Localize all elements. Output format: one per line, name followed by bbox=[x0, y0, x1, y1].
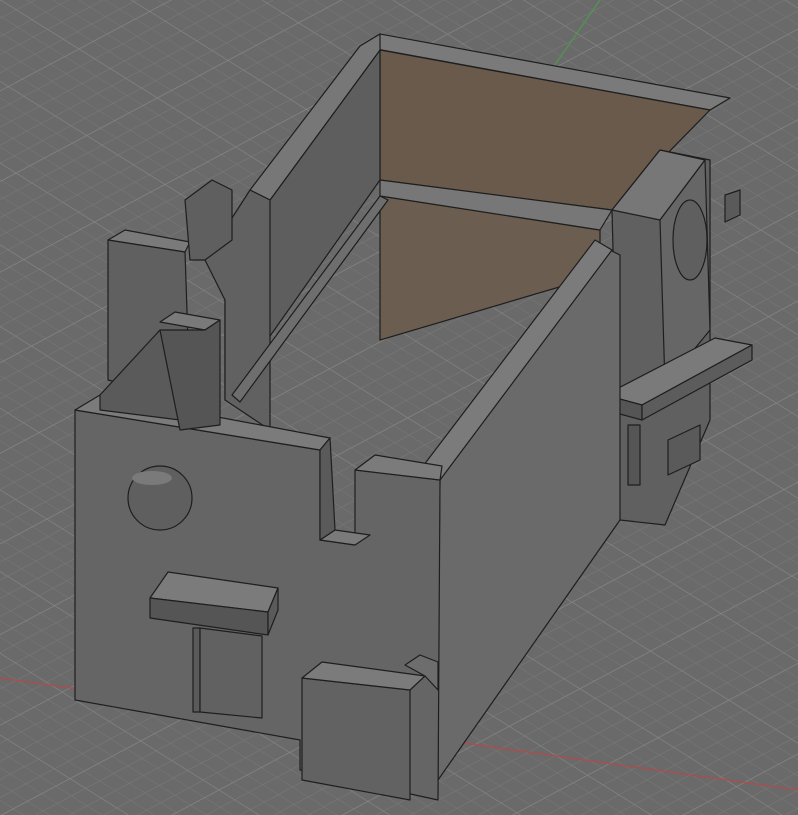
3d-viewport[interactable] bbox=[0, 0, 798, 815]
right-screw-boss bbox=[672, 199, 708, 281]
front-slot-left bbox=[192, 627, 201, 713]
bracket-face bbox=[301, 677, 411, 801]
front-screw-boss-highlight bbox=[132, 471, 172, 485]
right-slot-1 bbox=[627, 424, 641, 486]
front-slot-right bbox=[199, 627, 263, 719]
cad-canvas[interactable] bbox=[0, 0, 798, 815]
